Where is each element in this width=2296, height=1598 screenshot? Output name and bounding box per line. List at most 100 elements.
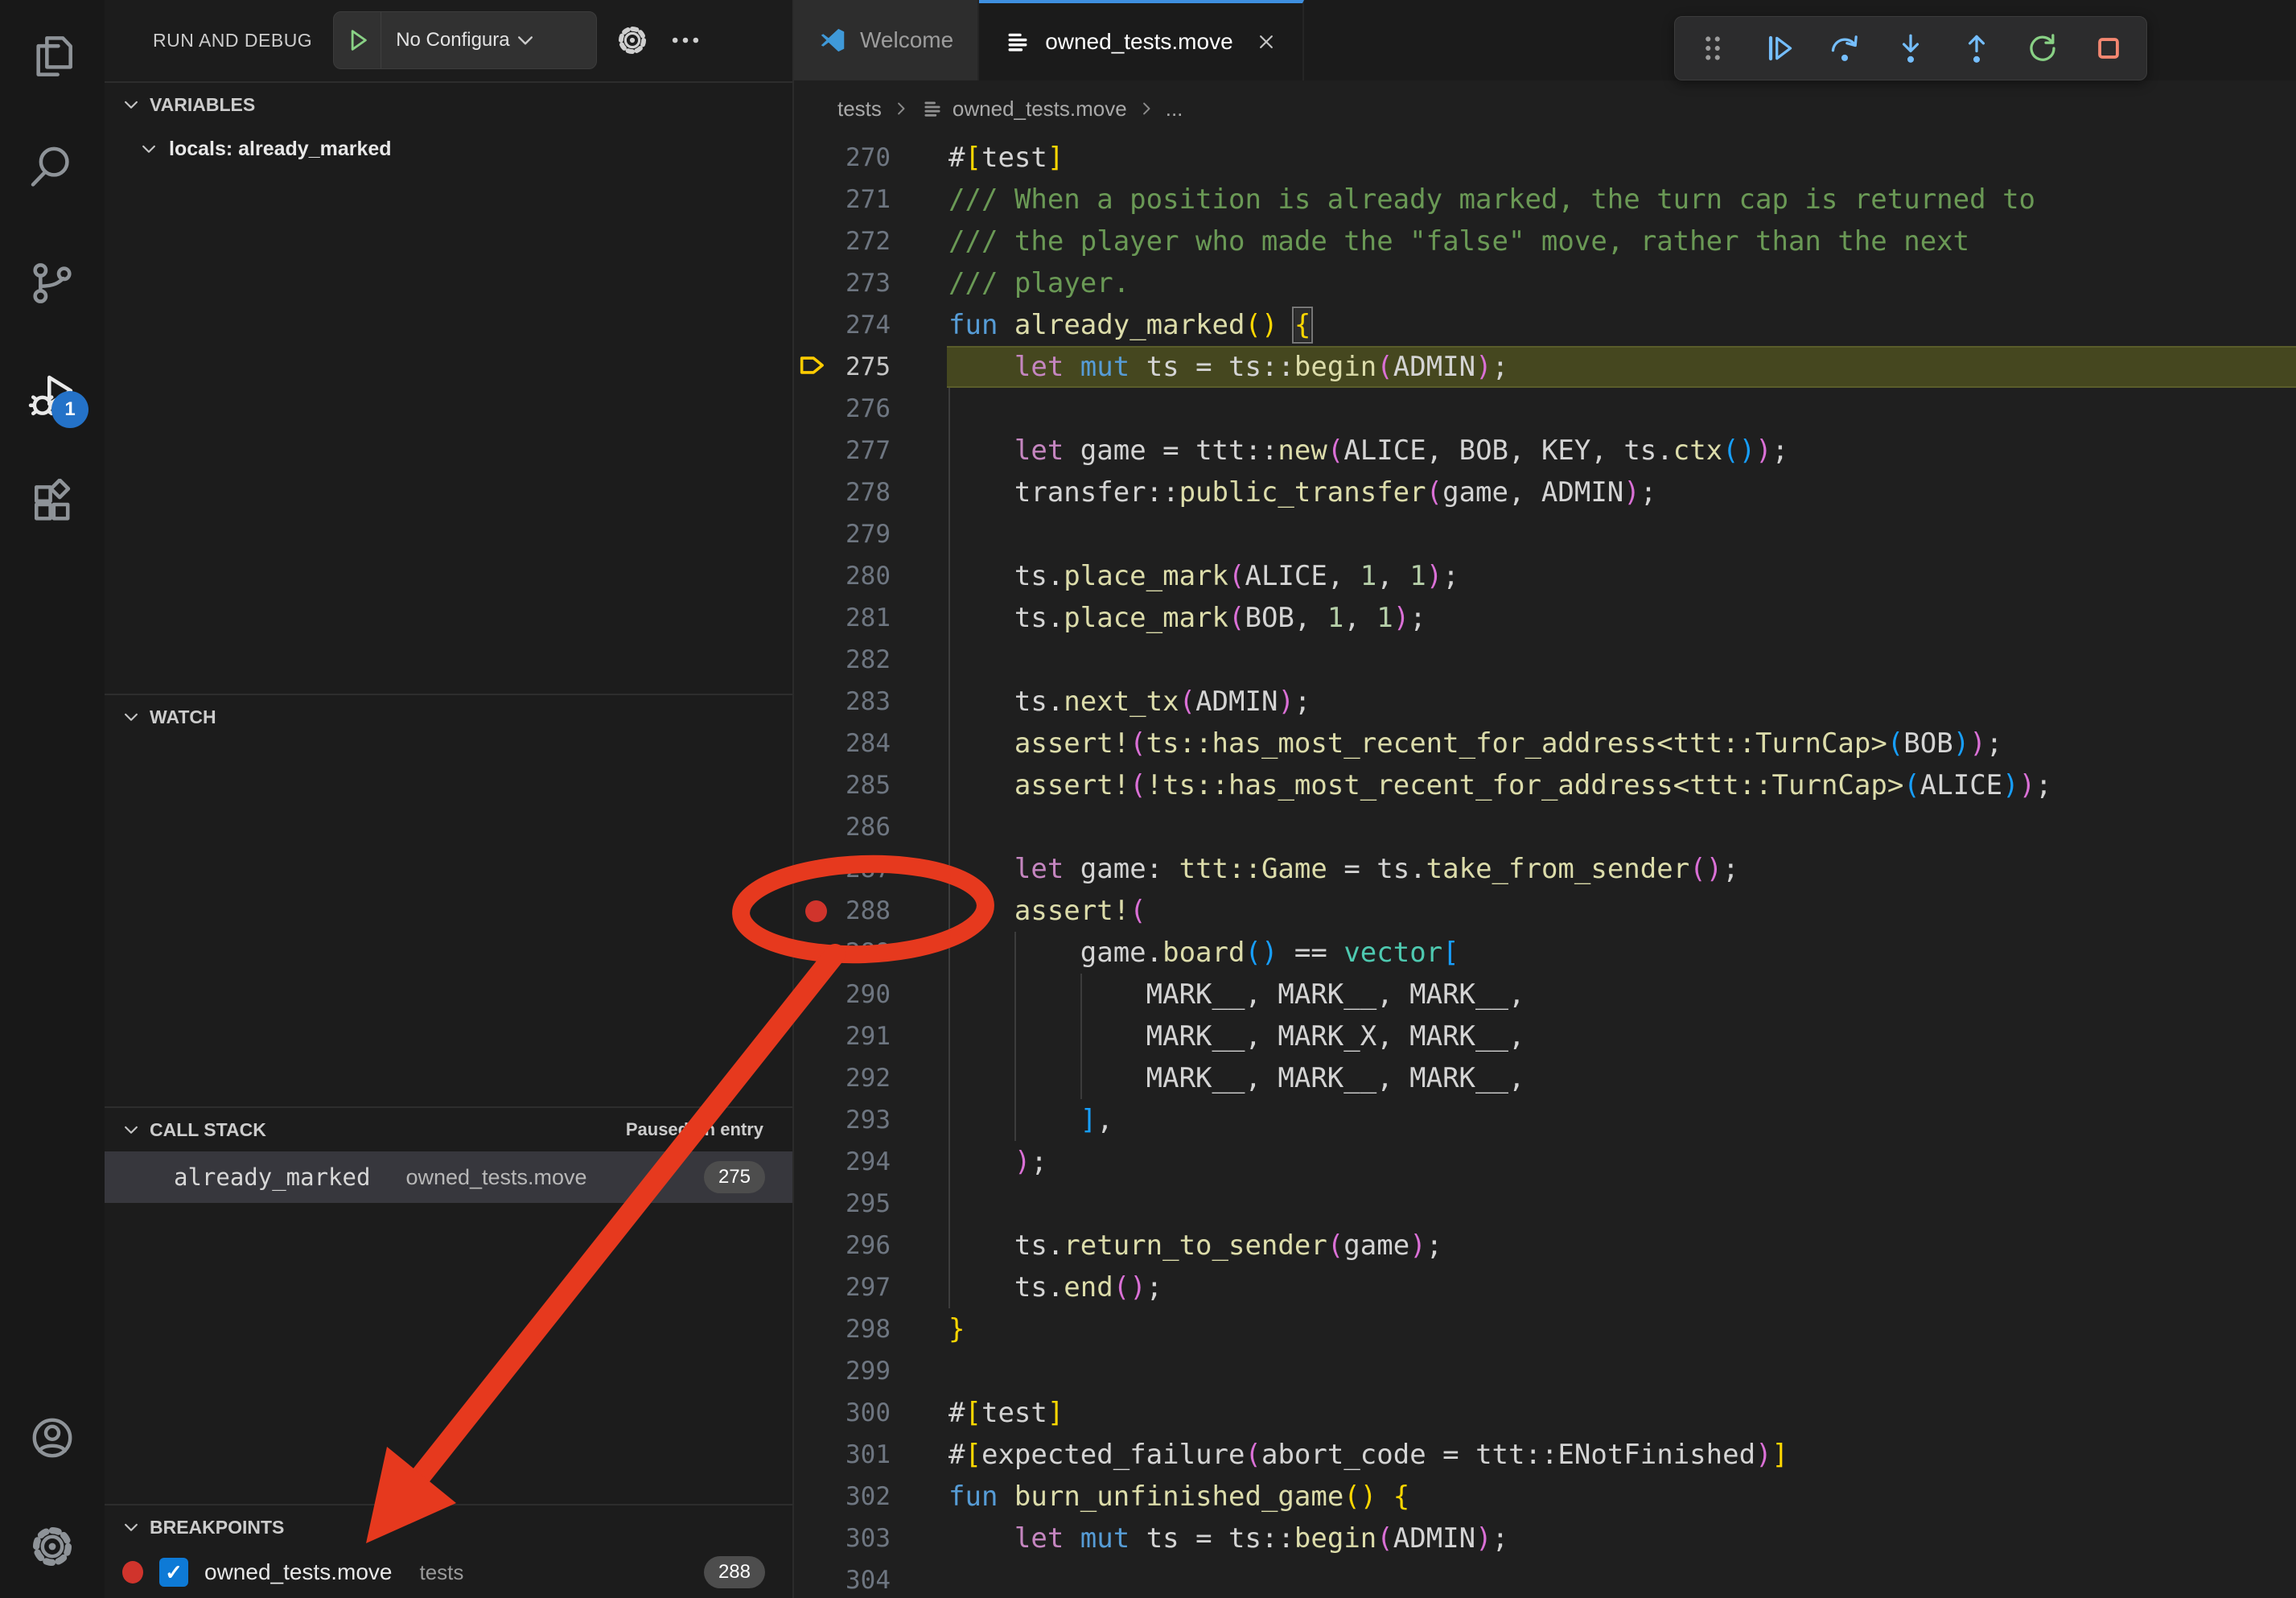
code-line-296[interactable]: 296 ts.return_to_sender(game);: [794, 1225, 2296, 1266]
code-line-288[interactable]: 288 assert!(: [794, 890, 2296, 932]
activity-bar-item-account[interactable]: [0, 1409, 105, 1467]
line-number[interactable]: 286: [794, 813, 891, 842]
watch-section-header[interactable]: WATCH: [105, 695, 792, 739]
line-number[interactable]: 278: [794, 478, 891, 507]
code-line-298[interactable]: 298}: [794, 1308, 2296, 1350]
code-line-277[interactable]: 277 let game = ttt::new(ALICE, BOB, KEY,…: [794, 430, 2296, 472]
step-into-button[interactable]: [1892, 30, 1929, 67]
line-number[interactable]: 270: [794, 143, 891, 172]
code-line-281[interactable]: 281 ts.place_mark(BOB, 1, 1);: [794, 597, 2296, 639]
line-number[interactable]: 290: [794, 980, 891, 1009]
call-stack-frame[interactable]: already_markedowned_tests.move275: [105, 1151, 792, 1203]
code-line-272[interactable]: 272/// the player who made the "false" m…: [794, 220, 2296, 262]
start-debug-button[interactable]: [334, 12, 381, 68]
code-line-276[interactable]: 276: [794, 388, 2296, 430]
activity-bar-item-run-and-debug[interactable]: 1: [0, 367, 105, 425]
line-number[interactable]: 299: [794, 1357, 891, 1386]
code-line-287[interactable]: 287 let game: ttt::Game = ts.take_from_s…: [794, 848, 2296, 890]
views-more-actions-button[interactable]: [668, 23, 703, 58]
breadcrumb-item[interactable]: ...: [1166, 97, 1183, 121]
code-line-302[interactable]: 302fun burn_unfinished_game() {: [794, 1476, 2296, 1518]
code-line-301[interactable]: 301#[expected_failure(abort_code = ttt::…: [794, 1434, 2296, 1476]
breadcrumb-item[interactable]: tests: [837, 97, 882, 121]
code-line-303[interactable]: 303 let mut ts = ts::begin(ADMIN);: [794, 1518, 2296, 1559]
line-number[interactable]: 285: [794, 771, 891, 800]
line-number[interactable]: 277: [794, 436, 891, 465]
line-number[interactable]: 291: [794, 1022, 891, 1051]
code-line-293[interactable]: 293 ],: [794, 1099, 2296, 1141]
line-number[interactable]: 279: [794, 520, 891, 549]
line-number[interactable]: 301: [794, 1440, 891, 1469]
code-line-274[interactable]: 274fun already_marked() {: [794, 304, 2296, 346]
close-tab-button[interactable]: [1254, 30, 1278, 54]
restart-button[interactable]: [2024, 30, 2061, 67]
activity-bar-item-source-control[interactable]: [0, 254, 105, 312]
line-number[interactable]: 295: [794, 1189, 891, 1218]
code-line-282[interactable]: 282: [794, 639, 2296, 681]
step-over-button[interactable]: [1826, 30, 1863, 67]
code-line-291[interactable]: 291 MARK__, MARK_X, MARK__,: [794, 1015, 2296, 1057]
line-number[interactable]: 292: [794, 1064, 891, 1093]
line-number[interactable]: 296: [794, 1231, 891, 1260]
code-line-300[interactable]: 300#[test]: [794, 1392, 2296, 1434]
line-number[interactable]: 272: [794, 227, 891, 256]
locals-scope-row[interactable]: locals: already_marked: [105, 126, 792, 171]
code-line-273[interactable]: 273/// player.: [794, 262, 2296, 304]
code-line-283[interactable]: 283 ts.next_tx(ADMIN);: [794, 681, 2296, 723]
code-line-297[interactable]: 297 ts.end();: [794, 1266, 2296, 1308]
call-stack-section-header[interactable]: CALL STACK Paused on entry: [105, 1108, 792, 1151]
code-line-275[interactable]: 275 let mut ts = ts::begin(ADMIN);: [794, 346, 2296, 388]
line-number[interactable]: 276: [794, 394, 891, 423]
tab-owned-tests-move[interactable]: owned_tests.move: [979, 0, 1303, 80]
drag-handle-button[interactable]: [1694, 30, 1731, 67]
line-number[interactable]: 283: [794, 687, 891, 716]
breadcrumb-item[interactable]: owned_tests.move: [920, 97, 1127, 121]
line-number[interactable]: 284: [794, 729, 891, 758]
debug-config-dropdown[interactable]: No Configura: [333, 11, 597, 69]
breakpoint-row[interactable]: ✓owned_tests.movetests288: [105, 1549, 792, 1596]
line-number[interactable]: 293: [794, 1106, 891, 1135]
code-line-294[interactable]: 294 );: [794, 1141, 2296, 1183]
line-number[interactable]: 271: [794, 185, 891, 214]
activity-bar-item-search[interactable]: [0, 138, 105, 196]
line-number[interactable]: 298: [794, 1315, 891, 1344]
activity-bar-item-settings[interactable]: [0, 1518, 105, 1575]
code-line-271[interactable]: 271/// When a position is already marked…: [794, 179, 2296, 220]
code-line-280[interactable]: 280 ts.place_mark(ALICE, 1, 1);: [794, 555, 2296, 597]
variables-section-header[interactable]: VARIABLES: [105, 83, 792, 126]
code-line-304[interactable]: 304: [794, 1559, 2296, 1598]
code-line-285[interactable]: 285 assert!(!ts::has_most_recent_for_add…: [794, 764, 2296, 806]
line-number[interactable]: 304: [794, 1566, 891, 1595]
line-number[interactable]: 300: [794, 1398, 891, 1427]
stop-button[interactable]: [2090, 30, 2127, 67]
breakpoint-checkbox[interactable]: ✓: [159, 1558, 188, 1587]
code-line-279[interactable]: 279: [794, 513, 2296, 555]
line-number[interactable]: 281: [794, 603, 891, 632]
continue-button[interactable]: [1760, 30, 1797, 67]
line-number[interactable]: 294: [794, 1147, 891, 1176]
code-line-284[interactable]: 284 assert!(ts::has_most_recent_for_addr…: [794, 723, 2296, 764]
code-line-270[interactable]: 270#[test]: [794, 137, 2296, 179]
step-out-button[interactable]: [1958, 30, 1995, 67]
code-line-278[interactable]: 278 transfer::public_transfer(game, ADMI…: [794, 472, 2296, 513]
line-number[interactable]: 280: [794, 562, 891, 591]
line-number[interactable]: 297: [794, 1273, 891, 1302]
line-number[interactable]: 274: [794, 311, 891, 340]
activity-bar-item-explorer[interactable]: [0, 27, 105, 85]
code-line-289[interactable]: 289 game.board() == vector[: [794, 932, 2296, 974]
line-number[interactable]: 302: [794, 1482, 891, 1511]
line-number[interactable]: 303: [794, 1524, 891, 1553]
code-line-290[interactable]: 290 MARK__, MARK__, MARK__,: [794, 974, 2296, 1015]
breakpoints-section-header[interactable]: BREAKPOINTS: [105, 1505, 792, 1549]
code-line-286[interactable]: 286: [794, 806, 2296, 848]
code-line-299[interactable]: 299: [794, 1350, 2296, 1392]
debug-settings-gear-button[interactable]: [615, 23, 650, 58]
tab-welcome[interactable]: Welcome: [794, 0, 979, 80]
breakpoint-dot-icon[interactable]: [805, 900, 827, 922]
code-line-292[interactable]: 292 MARK__, MARK__, MARK__,: [794, 1057, 2296, 1099]
code-line-295[interactable]: 295: [794, 1183, 2296, 1225]
line-number[interactable]: 273: [794, 269, 891, 298]
line-number[interactable]: 287: [794, 855, 891, 883]
activity-bar-item-extensions[interactable]: [0, 476, 105, 533]
line-number[interactable]: 289: [794, 938, 891, 967]
